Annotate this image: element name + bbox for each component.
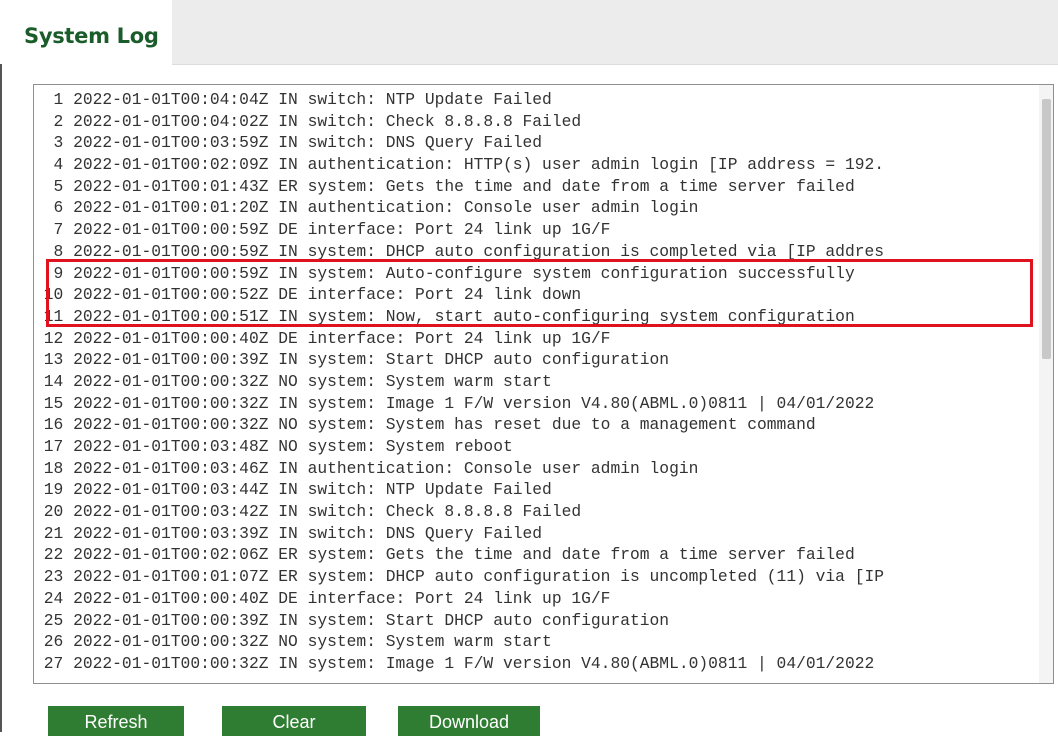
log-line: 4 2022-01-01T00:02:09Z IN authentication… — [34, 155, 885, 175]
log-line: 2 2022-01-01T00:04:02Z IN switch: Check … — [34, 111, 582, 131]
log-line: 8 2022-01-01T00:00:59Z IN system: DHCP a… — [34, 241, 885, 261]
log-line: 16 2022-01-01T00:00:32Z NO system: Syste… — [34, 415, 816, 435]
log-line: 19 2022-01-01T00:03:44Z IN switch: NTP U… — [34, 480, 552, 500]
log-line: 18 2022-01-01T00:03:46Z IN authenticatio… — [34, 458, 699, 478]
log-line: 20 2022-01-01T00:03:42Z IN switch: Check… — [34, 502, 582, 522]
log-line: 7 2022-01-01T00:00:59Z DE interface: Por… — [34, 220, 611, 240]
log-line: 6 2022-01-01T00:01:20Z IN authentication… — [34, 198, 699, 218]
log-lines: 1 2022-01-01T00:04:04Z IN switch: NTP Up… — [34, 89, 1039, 675]
log-line: 5 2022-01-01T00:01:43Z ER system: Gets t… — [34, 176, 855, 196]
log-line: 13 2022-01-01T00:00:39Z IN system: Start… — [34, 350, 670, 370]
log-textarea[interactable]: 1 2022-01-01T00:04:04Z IN switch: NTP Up… — [33, 84, 1054, 684]
scrollbar-thumb[interactable] — [1042, 99, 1051, 359]
tab-bar: System Log — [0, 0, 1058, 66]
tab-system-log[interactable]: System Log — [0, 0, 172, 66]
log-line: 3 2022-01-01T00:03:59Z IN switch: DNS Qu… — [34, 133, 543, 153]
log-line: 14 2022-01-01T00:00:32Z NO system: Syste… — [34, 371, 552, 391]
log-line: 17 2022-01-01T00:03:48Z NO system: Syste… — [34, 437, 513, 456]
log-line: 21 2022-01-01T00:03:39Z IN switch: DNS Q… — [34, 523, 543, 543]
log-scrollbar[interactable] — [1039, 85, 1053, 683]
log-line: 25 2022-01-01T00:00:39Z IN system: Start… — [34, 610, 670, 630]
log-line: 11 2022-01-01T00:00:51Z IN system: Now, … — [34, 306, 855, 326]
log-line: 9 2022-01-01T00:00:59Z IN system: Auto-c… — [34, 263, 855, 283]
log-line: 26 2022-01-01T00:00:32Z NO system: Syste… — [34, 632, 552, 652]
log-line: 22 2022-01-01T00:02:06Z ER system: Gets … — [34, 545, 855, 565]
log-line: 23 2022-01-01T00:01:07Z ER system: DHCP … — [34, 567, 885, 587]
log-line: 10 2022-01-01T00:00:52Z DE interface: Po… — [34, 285, 582, 305]
log-line: 27 2022-01-01T00:00:32Z IN system: Image… — [34, 653, 875, 673]
log-line: 12 2022-01-01T00:00:40Z DE interface: Po… — [34, 328, 611, 348]
page-title: System Log — [24, 24, 159, 48]
log-line: 24 2022-01-01T00:00:40Z DE interface: Po… — [34, 588, 611, 608]
log-line: 15 2022-01-01T00:00:32Z IN system: Image… — [34, 393, 875, 413]
log-line: 1 2022-01-01T00:04:04Z IN switch: NTP Up… — [34, 90, 552, 109]
